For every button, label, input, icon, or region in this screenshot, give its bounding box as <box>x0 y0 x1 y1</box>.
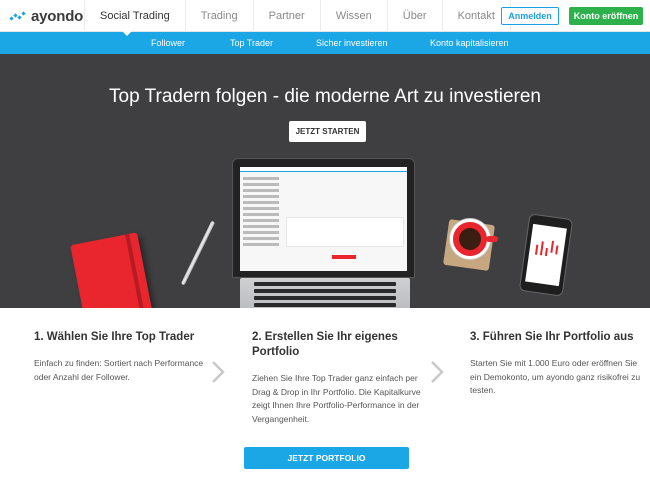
logo-mark-icon <box>9 10 28 22</box>
step-2-title: 2. Erstellen Sie Ihr eigenes Portfolio <box>252 331 398 358</box>
ayondo-logo[interactable]: ayondo <box>9 7 84 25</box>
nav-social-trading[interactable]: Social Trading <box>84 0 185 32</box>
keyboard-keys <box>254 282 396 308</box>
cup-handle <box>486 236 498 242</box>
active-section-caret-icon <box>122 31 132 36</box>
sub-navigation: Follower Top Trader Sicher investieren K… <box>0 31 650 54</box>
main-menu: Social Trading Trading Partner Wissen Üb… <box>84 0 511 32</box>
nav-ueber[interactable]: Über <box>386 0 442 32</box>
chevron-right-icon <box>430 360 444 384</box>
open-account-button[interactable]: Konto eröffnen <box>569 7 643 25</box>
subnav-follower[interactable]: Follower <box>151 32 185 54</box>
smartphone-image <box>518 213 574 297</box>
step-3-title: 3. Führen Sie Ihr Portfolio aus <box>470 331 634 343</box>
login-button[interactable]: Anmelden <box>501 7 559 25</box>
chevron-right-icon <box>211 360 225 384</box>
step-1: 1. Wählen Sie Ihre Top Trader Einfach zu… <box>34 330 214 384</box>
nav-trading[interactable]: Trading <box>184 0 253 32</box>
nav-partner[interactable]: Partner <box>252 0 320 32</box>
hero-title: Top Tradern folgen - die moderne Art zu … <box>109 86 541 107</box>
subnav-konto-kapitalisieren[interactable]: Konto kapitalisieren <box>430 32 509 54</box>
step-1-text: Einfach zu finden: Sortiert nach Perform… <box>34 358 204 382</box>
hero-banner: Top Tradern folgen - die moderne Art zu … <box>0 54 650 308</box>
subnav-top-trader[interactable]: Top Trader <box>230 32 273 54</box>
step-3-text: Starten Sie mit 1.000 Euro oder eröffnen… <box>470 358 641 395</box>
top-navigation: ayondo Social Trading Trading Partner Wi… <box>0 0 650 32</box>
step-1-title: 1. Wählen Sie Ihre Top Trader <box>34 331 195 343</box>
pen-image <box>180 220 216 286</box>
build-portfolio-button[interactable]: JETZT PORTFOLIO ZUSAMMENSTELLEN <box>244 447 409 479</box>
red-notebook-image <box>70 232 154 308</box>
step-3: 3. Führen Sie Ihr Portfolio aus Starten … <box>470 330 650 398</box>
subnav-sicher-investieren[interactable]: Sicher investieren <box>316 32 388 54</box>
step-2-text: Ziehen Sie Ihre Top Trader ganz einfach … <box>252 373 421 424</box>
coffee-cup-image <box>450 219 490 259</box>
laptop-screen-image <box>232 158 415 278</box>
logo-text: ayondo <box>31 7 84 25</box>
start-now-button[interactable]: JETZT STARTEN <box>289 121 366 142</box>
step-2: 2. Erstellen Sie Ihr eigenes Portfolio Z… <box>252 330 432 426</box>
nav-wissen[interactable]: Wissen <box>319 0 387 32</box>
